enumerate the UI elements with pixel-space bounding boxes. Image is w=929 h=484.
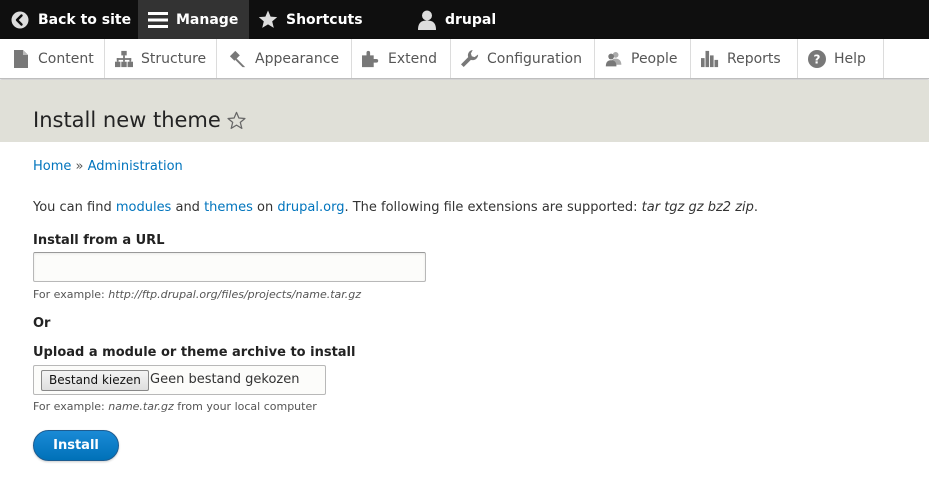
description-on: on — [252, 200, 278, 215]
page-description: You can find modules and themes on drupa… — [33, 200, 758, 215]
tray-item-content[interactable]: Content — [0, 39, 105, 78]
breadcrumb-administration-link[interactable]: Administration — [88, 159, 183, 174]
description-end: . — [753, 200, 759, 215]
user-label: drupal — [445, 11, 497, 28]
tray-item-extend-label: Extend — [388, 50, 437, 67]
tray-item-content-label: Content — [38, 50, 94, 67]
tray-item-extend[interactable]: Extend — [352, 39, 451, 78]
description-prefix: You can find — [33, 200, 116, 215]
tray-item-reports-label: Reports — [727, 50, 781, 67]
upload-help-text: For example: name.tar.gz from your local… — [33, 400, 317, 413]
svg-text:?: ? — [814, 52, 821, 66]
or-separator: Or — [33, 316, 51, 331]
drupal-org-link[interactable]: drupal.org — [277, 200, 344, 215]
url-help-text: For example: http://ftp.drupal.org/files… — [33, 288, 361, 301]
sitemap-icon — [115, 50, 133, 68]
people-icon — [605, 50, 623, 68]
file-status-text: Geen bestand gekozen — [150, 372, 300, 387]
wrench-icon — [461, 49, 479, 68]
file-upload-field[interactable]: Bestand kiezen Geen bestand gekozen — [33, 365, 326, 395]
star-icon — [258, 10, 278, 30]
file-icon — [12, 49, 30, 68]
supported-extensions: tar tgz gz bz2 zip — [641, 200, 754, 215]
help-icon: ? — [808, 49, 826, 68]
tray-item-help-label: Help — [834, 50, 866, 67]
description-and: and — [171, 200, 205, 215]
add-shortcut-star-icon[interactable] — [227, 111, 246, 130]
tray-item-people-label: People — [631, 50, 678, 67]
breadcrumb-separator: » — [75, 159, 84, 174]
tray-item-reports[interactable]: Reports — [691, 39, 798, 78]
tray-item-configuration[interactable]: Configuration — [451, 39, 595, 78]
url-field-label: Install from a URL — [33, 233, 165, 248]
bar-chart-icon — [701, 50, 719, 68]
tray-item-structure-label: Structure — [141, 50, 207, 67]
tray-item-structure[interactable]: Structure — [105, 39, 217, 78]
url-help-example: http://ftp.drupal.org/files/projects/nam… — [108, 288, 362, 301]
install-button[interactable]: Install — [33, 430, 119, 461]
description-suffix: . The following file extensions are supp… — [344, 200, 642, 215]
upload-help-suffix: from your local computer — [173, 400, 317, 413]
choose-file-button[interactable]: Bestand kiezen — [41, 370, 149, 391]
tray-item-configuration-label: Configuration — [487, 50, 582, 67]
back-to-site-link[interactable]: Back to site — [10, 0, 131, 39]
breadcrumb: Home » Administration — [33, 159, 183, 174]
user-tab[interactable]: drupal — [417, 0, 496, 39]
shortcuts-tab[interactable]: Shortcuts — [258, 0, 363, 39]
tray-item-people[interactable]: People — [595, 39, 691, 78]
puzzle-icon — [362, 50, 380, 68]
back-arrow-icon — [10, 10, 30, 30]
url-input[interactable] — [33, 252, 426, 282]
manage-label: Manage — [176, 11, 239, 28]
breadcrumb-home-link[interactable]: Home — [33, 159, 71, 174]
tray-item-help[interactable]: ? Help — [798, 39, 884, 78]
upload-help-example: name.tar.gz — [108, 400, 174, 413]
paintbrush-icon — [229, 50, 247, 68]
upload-field-label: Upload a module or theme archive to inst… — [33, 345, 356, 360]
tray-item-appearance-label: Appearance — [255, 50, 340, 67]
page-title: Install new theme — [33, 108, 221, 132]
upload-help-prefix: For example: — [33, 400, 109, 413]
url-help-prefix: For example: — [33, 288, 109, 301]
manage-tab[interactable]: Manage — [138, 0, 249, 39]
admin-menu-tray: Content Structure Appearance Extend Conf… — [0, 39, 929, 79]
admin-toolbar: Back to site Manage Shortcuts drupal — [0, 0, 929, 39]
modules-link[interactable]: modules — [116, 200, 172, 215]
back-to-site-label: Back to site — [38, 11, 132, 28]
menu-hamburger-icon — [148, 10, 168, 30]
tray-item-appearance[interactable]: Appearance — [217, 39, 352, 78]
user-icon — [417, 10, 437, 30]
shortcuts-label: Shortcuts — [286, 11, 363, 28]
themes-link[interactable]: themes — [204, 200, 253, 215]
